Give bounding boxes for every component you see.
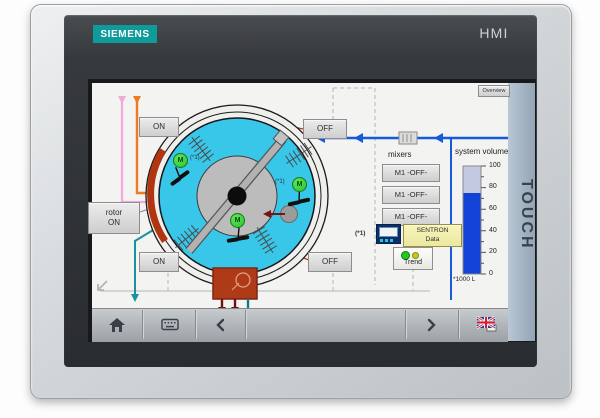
mixer-indicator-3: M xyxy=(292,177,307,192)
mixer-indicator-1: M xyxy=(173,153,188,168)
forward-icon xyxy=(427,318,437,332)
keyboard-button[interactable] xyxy=(150,309,190,340)
sentron-led xyxy=(380,239,383,242)
home-button[interactable] xyxy=(97,309,137,340)
gauge-tick-20: 20 xyxy=(489,248,507,255)
sentron-meter-screen xyxy=(379,227,398,237)
nav-divider xyxy=(245,310,246,339)
gauge-tick-60: 60 xyxy=(489,205,507,212)
sentron-led xyxy=(385,239,388,242)
rotor-hub xyxy=(228,187,247,206)
gauge-tick-80: 80 xyxy=(489,183,507,190)
pump-pins xyxy=(218,299,252,308)
mixers-panel-title: mixers xyxy=(388,150,412,159)
rotor-on-button[interactable]: rotor ON xyxy=(88,202,140,234)
nav-divider xyxy=(458,310,459,339)
siemens-logo: SIEMENS xyxy=(93,25,157,43)
language-button[interactable] xyxy=(468,309,506,340)
gauge-title: system volume xyxy=(455,147,508,156)
gauge-tick-0: 0 xyxy=(489,270,507,277)
back-icon xyxy=(215,318,225,332)
hmi-label: HMI xyxy=(470,23,518,43)
mixer-indicator-2: M xyxy=(230,213,245,228)
gauge-unit-note: *1000 L xyxy=(453,276,475,283)
nav-divider xyxy=(405,310,406,339)
mixer-footnote-1: (*1) xyxy=(190,155,200,161)
overview-button[interactable]: Overview xyxy=(478,85,510,97)
mixer-footnote-3: (*1) xyxy=(275,179,285,185)
on-top-button[interactable]: ON xyxy=(139,117,179,137)
back-button[interactable] xyxy=(200,309,240,340)
gauge-tick-100: 100 xyxy=(489,162,507,169)
on-bottom-button[interactable]: ON xyxy=(139,252,179,272)
diagonal-arrow-icon xyxy=(98,281,107,290)
sentron-led xyxy=(390,239,393,242)
off-top-button[interactable]: OFF xyxy=(303,119,347,139)
home-icon xyxy=(108,317,126,333)
forward-button[interactable] xyxy=(412,309,452,340)
pipe-component xyxy=(399,132,417,144)
trend-button-label: Trend xyxy=(394,259,432,266)
nav-divider xyxy=(195,310,196,339)
volume-gauge xyxy=(463,166,486,274)
keyboard-icon xyxy=(161,318,179,331)
panel-footnote: (*1) xyxy=(355,230,365,237)
device-photo: SIEMENS HMI TOUCH xyxy=(0,0,600,418)
gauge-tick-40: 40 xyxy=(489,227,507,234)
touch-strip-label: TOUCH xyxy=(508,83,535,341)
mixer-m2-button[interactable]: M1 -OFF- xyxy=(382,186,440,204)
nav-divider xyxy=(142,310,143,339)
pump-box xyxy=(213,268,257,308)
sentron-data-button[interactable]: SENTRON Data xyxy=(403,224,462,247)
off-bottom-button[interactable]: OFF xyxy=(308,252,352,272)
trend-button[interactable]: Trend xyxy=(393,247,433,270)
language-flag-icon xyxy=(476,316,498,333)
trend-yellow-dot xyxy=(412,252,419,259)
mixer-m1-button[interactable]: M1 -OFF- xyxy=(382,164,440,182)
